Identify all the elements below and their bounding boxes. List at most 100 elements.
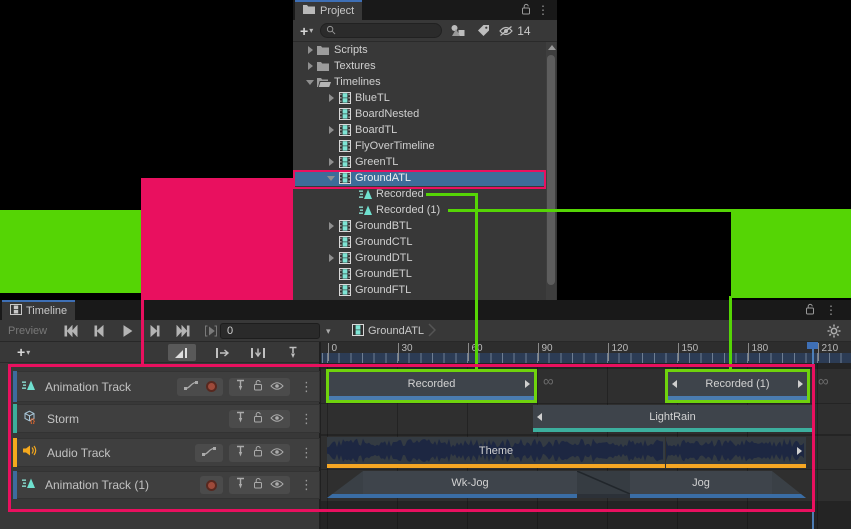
clip-recorded-1[interactable]: Recorded (1) bbox=[668, 372, 807, 400]
frame-field-dropdown[interactable]: ▾ bbox=[326, 326, 331, 337]
lock-button[interactable] bbox=[253, 476, 263, 494]
expand-arrow-icon[interactable] bbox=[325, 176, 337, 181]
tree-item-groundatl[interactable]: GroundATL bbox=[293, 170, 546, 186]
tree-item-grounddtl[interactable]: GroundDTL bbox=[293, 250, 546, 266]
scrollbar-thumb[interactable] bbox=[547, 55, 555, 285]
expand-arrow-icon[interactable] bbox=[304, 80, 316, 85]
tree-item-recorded-1-[interactable]: Recorded (1) bbox=[293, 202, 546, 218]
create-asset-button[interactable]: +▾ bbox=[297, 23, 316, 39]
lock-icon[interactable] bbox=[521, 3, 531, 18]
mute-eye-button[interactable] bbox=[270, 410, 284, 428]
tree-item-label: BoardTL bbox=[355, 124, 397, 136]
pin-button[interactable] bbox=[235, 476, 246, 494]
clip-theme-continued[interactable] bbox=[666, 437, 806, 468]
track-menu-button[interactable]: ⋮ bbox=[300, 445, 313, 461]
tree-item-recorded[interactable]: Recorded bbox=[293, 186, 546, 202]
playhead-line[interactable] bbox=[812, 342, 814, 529]
frame-field[interactable]: 0 bbox=[220, 323, 320, 339]
hidden-items-toggle[interactable]: 14 bbox=[498, 24, 530, 38]
pin-button[interactable] bbox=[235, 410, 246, 428]
tree-item-scripts[interactable]: Scripts bbox=[293, 42, 546, 58]
tree-item-boardtl[interactable]: BoardTL bbox=[293, 122, 546, 138]
expand-arrow-icon[interactable] bbox=[325, 126, 337, 134]
record-button[interactable] bbox=[206, 381, 217, 392]
time-ruler[interactable]: 0306090120150180210 bbox=[321, 342, 851, 363]
add-track-button[interactable]: +▾ bbox=[14, 344, 33, 360]
track-header-animation-track[interactable]: Animation Track⋮ bbox=[13, 371, 320, 402]
tab-project[interactable]: Project bbox=[295, 0, 362, 20]
tree-item-flyovertimeline[interactable]: FlyOverTimeline bbox=[293, 138, 546, 154]
clip-wk-jog[interactable]: Wk-Jog bbox=[363, 471, 577, 498]
mute-eye-button[interactable] bbox=[270, 476, 284, 494]
clip-lightrain[interactable]: LightRain bbox=[533, 405, 812, 432]
ruler-label: 150 bbox=[678, 343, 699, 361]
record-button[interactable] bbox=[206, 480, 217, 491]
audio-waveform bbox=[666, 438, 804, 463]
tree-item-groundctl[interactable]: GroundCTL bbox=[293, 234, 546, 250]
track-header-animation-track-1-[interactable]: Animation Track (1)⋮ bbox=[13, 471, 320, 499]
clips-area[interactable]: 0306090120150180210 Recorded ∞ Recorded … bbox=[321, 342, 851, 529]
expand-arrow-icon[interactable] bbox=[325, 254, 337, 262]
track-menu-button[interactable]: ⋮ bbox=[300, 477, 313, 493]
expand-arrow-icon[interactable] bbox=[325, 94, 337, 102]
tree-item-textures[interactable]: Textures bbox=[293, 58, 546, 74]
project-scrollbar[interactable] bbox=[546, 42, 556, 300]
curves-toggle-button[interactable] bbox=[201, 444, 217, 462]
tree-item-greentl[interactable]: GreenTL bbox=[293, 154, 546, 170]
clip-jog[interactable]: Jog bbox=[630, 471, 772, 498]
track-header-audio-track[interactable]: Audio Track⋮ bbox=[13, 438, 320, 467]
search-by-label-icon[interactable] bbox=[472, 23, 494, 39]
tree-item-bluetl[interactable]: BlueTL bbox=[293, 90, 546, 106]
project-search[interactable] bbox=[320, 23, 442, 38]
clip-recorded[interactable]: Recorded bbox=[329, 372, 534, 400]
tab-timeline[interactable]: Timeline bbox=[2, 300, 75, 320]
play-button[interactable] bbox=[114, 320, 140, 342]
expand-arrow-icon[interactable] bbox=[304, 62, 316, 70]
menu-kebab-icon[interactable]: ⋮ bbox=[825, 303, 837, 317]
expand-arrow-icon[interactable] bbox=[325, 158, 337, 166]
lock-button[interactable] bbox=[253, 410, 263, 428]
ruler-label: 180 bbox=[748, 343, 769, 361]
tree-item-boardnested[interactable]: BoardNested bbox=[293, 106, 546, 122]
lock-button[interactable] bbox=[253, 378, 263, 396]
ripple-mode-button[interactable] bbox=[209, 344, 236, 361]
search-by-type-icon[interactable] bbox=[446, 23, 468, 39]
pin-button[interactable] bbox=[235, 378, 246, 396]
replace-mode-button[interactable] bbox=[244, 344, 272, 361]
scroll-up-arrow-icon[interactable] bbox=[548, 45, 556, 50]
curves-toggle-button[interactable] bbox=[183, 378, 199, 396]
settings-gear-icon[interactable] bbox=[827, 320, 841, 342]
pin-button[interactable] bbox=[235, 444, 246, 462]
previous-frame-button[interactable] bbox=[86, 320, 112, 342]
mix-mode-button[interactable] bbox=[168, 344, 196, 361]
track-header-storm[interactable]: {}Storm⋮ bbox=[13, 404, 320, 433]
preview-toggle[interactable]: Preview bbox=[8, 320, 47, 342]
mute-eye-button[interactable] bbox=[270, 444, 284, 462]
clip-right-arrow-icon bbox=[797, 447, 802, 455]
mute-eye-button[interactable] bbox=[270, 378, 284, 396]
clip-crossfade[interactable] bbox=[577, 471, 630, 498]
lock-button[interactable] bbox=[253, 444, 263, 462]
expand-arrow-icon[interactable] bbox=[325, 222, 337, 230]
tab-timeline-label: Timeline bbox=[26, 305, 67, 317]
menu-kebab-icon[interactable]: ⋮ bbox=[537, 3, 549, 17]
track-menu-button[interactable]: ⋮ bbox=[300, 411, 313, 427]
goto-end-button[interactable] bbox=[170, 320, 196, 342]
tree-item-groundftl[interactable]: GroundFTL bbox=[293, 282, 546, 298]
tree-item-label: Scripts bbox=[334, 44, 368, 56]
tree-item-groundbtl[interactable]: GroundBTL bbox=[293, 218, 546, 234]
search-input[interactable] bbox=[339, 25, 429, 37]
lock-icon[interactable] bbox=[805, 303, 815, 318]
track-color-stripe bbox=[13, 471, 17, 499]
track-menu-button[interactable]: ⋮ bbox=[300, 379, 313, 395]
goto-start-button[interactable] bbox=[58, 320, 84, 342]
tree-item-label: GreenTL bbox=[355, 156, 398, 168]
next-frame-button[interactable] bbox=[142, 320, 168, 342]
expand-arrow-icon[interactable] bbox=[304, 46, 316, 54]
tree-item-timelines[interactable]: Timelines bbox=[293, 74, 546, 90]
breadcrumb[interactable]: GroundATL bbox=[352, 320, 436, 342]
playhead-handle[interactable] bbox=[807, 342, 818, 349]
clip-theme[interactable]: Theme bbox=[327, 437, 665, 468]
marker-pin-button[interactable] bbox=[281, 344, 305, 361]
tree-item-groundetl[interactable]: GroundETL bbox=[293, 266, 546, 282]
